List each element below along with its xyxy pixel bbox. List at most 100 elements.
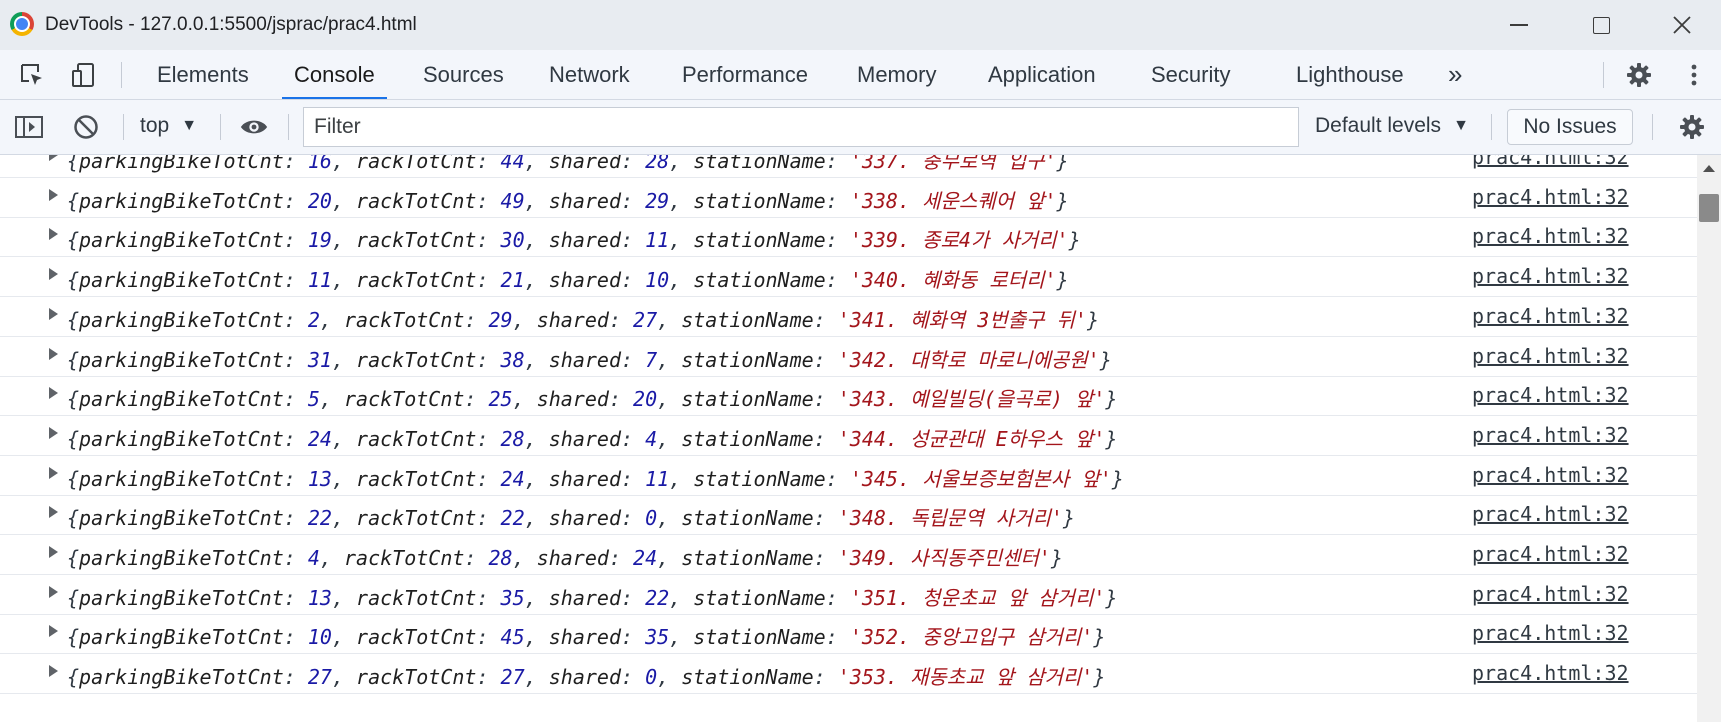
log-message[interactable]: {parkingBikeTotCnt: 11, rackTotCnt: 21, … [67,264,1069,293]
live-expression-button[interactable] [239,112,269,142]
log-message[interactable]: {parkingBikeTotCnt: 2, rackTotCnt: 29, s… [67,304,1099,333]
source-link[interactable]: prac4.html:32 [1472,621,1629,645]
clear-console-button[interactable] [71,112,101,142]
log-message[interactable]: {parkingBikeTotCnt: 4, rackTotCnt: 28, s… [67,542,1063,571]
tab-console[interactable]: Console [282,50,387,99]
inspect-element-icon [21,64,42,85]
log-message[interactable]: {parkingBikeTotCnt: 31, rackTotCnt: 38, … [67,344,1112,373]
tab-memory[interactable]: Memory [857,50,936,99]
minimize-button[interactable] [1495,8,1543,42]
expand-triangle-icon[interactable] [49,665,58,678]
source-link[interactable]: prac4.html:32 [1472,224,1629,248]
source-link[interactable]: prac4.html:32 [1472,661,1629,685]
expand-triangle-icon[interactable] [49,228,58,241]
shared-count: 29 [645,188,670,213]
vertical-scrollbar[interactable] [1697,155,1721,722]
rack-total-count: 35 [500,585,525,610]
parking-bike-count: 4 [307,546,320,570]
expand-triangle-icon[interactable] [49,625,58,638]
more-options-button[interactable] [1679,60,1709,90]
toolbar-divider [1652,114,1653,140]
scroll-up-arrow-icon[interactable] [1703,165,1715,172]
console-log-area: {parkingBikeTotCnt: 16, rackTotCnt: 44, … [0,155,1697,722]
expand-triangle-icon[interactable] [49,268,58,281]
console-log-row: {parkingBikeTotCnt: 13, rackTotCnt: 24, … [0,453,1697,496]
log-message[interactable]: {parkingBikeTotCnt: 5, rackTotCnt: 25, s… [67,383,1117,412]
filter-input[interactable] [303,107,1299,147]
inspect-element-button[interactable] [17,60,47,90]
expand-triangle-icon[interactable] [49,546,58,558]
source-link[interactable]: prac4.html:32 [1472,344,1629,368]
station-name: '349. 사직동주민센터' [837,546,1051,570]
expand-triangle-icon[interactable] [49,426,58,439]
expand-triangle-icon[interactable] [49,347,58,360]
scrollbar-thumb[interactable] [1699,194,1719,222]
source-link[interactable]: prac4.html:32 [1472,502,1629,526]
log-message[interactable]: {parkingBikeTotCnt: 13, rackTotCnt: 24, … [67,463,1124,492]
shared-count: 28 [645,155,670,173]
log-message[interactable]: {parkingBikeTotCnt: 24, rackTotCnt: 28, … [67,423,1117,452]
expand-triangle-icon[interactable] [49,387,58,400]
devtools-main-toolbar: Elements Console Sources Network Perform… [0,50,1721,100]
log-message[interactable]: {parkingBikeTotCnt: 20, rackTotCnt: 49, … [67,185,1069,214]
chevron-down-icon: ▼ [181,117,198,134]
console-settings-button[interactable] [1677,112,1707,142]
log-message[interactable]: {parkingBikeTotCnt: 13, rackTotCnt: 35, … [67,582,1117,611]
rack-total-count: 27 [500,665,525,690]
expand-triangle-icon[interactable] [49,585,58,598]
shared-count: 11 [645,466,670,491]
expand-triangle-icon[interactable] [49,188,58,201]
console-log-row: {parkingBikeTotCnt: 5, rackTotCnt: 25, s… [0,373,1697,417]
tab-security[interactable]: Security [1151,50,1230,99]
source-link[interactable]: prac4.html:32 [1472,582,1629,606]
station-name: '348. 독립문역 사거리' [837,506,1063,531]
tab-lighthouse[interactable]: Lighthouse [1296,50,1404,99]
tab-network[interactable]: Network [549,50,630,99]
expand-triangle-icon[interactable] [49,466,58,479]
console-log-row: {parkingBikeTotCnt: 13, rackTotCnt: 35, … [0,572,1697,615]
source-link[interactable]: prac4.html:32 [1472,423,1629,447]
log-levels-dropdown[interactable]: Default levels ▼ [1315,114,1469,138]
sidebar-toggle-button[interactable] [14,112,44,142]
rack-total-count: 30 [500,228,525,253]
log-message[interactable]: {parkingBikeTotCnt: 19, rackTotCnt: 30, … [67,224,1081,253]
device-toggle-icon [72,63,94,87]
settings-button[interactable] [1624,60,1654,90]
context-selector[interactable]: top ▼ [140,114,197,138]
source-link[interactable]: prac4.html:32 [1472,264,1629,288]
more-tabs-button[interactable]: » [1448,50,1462,99]
chevron-double-right-icon: » [1448,59,1463,89]
parking-bike-count: 20 [307,188,332,213]
tab-sources[interactable]: Sources [423,50,504,99]
shared-count: 10 [645,268,670,293]
tab-elements[interactable]: Elements [157,50,249,99]
window-title: DevTools - 127.0.0.1:5500/jsprac/prac4.h… [45,14,417,35]
minimize-icon [1510,24,1528,26]
expand-triangle-icon[interactable] [49,155,58,161]
maximize-button[interactable] [1577,8,1625,42]
expand-triangle-icon[interactable] [49,506,58,519]
device-toggle-button[interactable] [68,60,98,90]
source-link[interactable]: prac4.html:32 [1472,383,1629,407]
rack-total-count: 28 [500,426,525,451]
log-message[interactable]: {parkingBikeTotCnt: 10, rackTotCnt: 45, … [67,621,1105,650]
source-link[interactable]: prac4.html:32 [1472,304,1629,328]
source-link[interactable]: prac4.html:32 [1472,542,1629,566]
log-message[interactable]: {parkingBikeTotCnt: 22, rackTotCnt: 22, … [67,502,1075,531]
log-message[interactable]: {parkingBikeTotCnt: 27, rackTotCnt: 27, … [67,661,1105,690]
shared-count: 11 [645,228,670,253]
rack-total-count: 21 [500,268,525,293]
close-button[interactable] [1658,8,1706,42]
console-toolbar: top ▼ Default levels ▼ No Issues [0,100,1721,155]
source-link[interactable]: prac4.html:32 [1472,463,1629,487]
parking-bike-count: 19 [307,228,332,253]
log-message[interactable]: {parkingBikeTotCnt: 16, rackTotCnt: 44, … [67,155,1069,174]
issues-button[interactable]: No Issues [1507,109,1633,145]
source-link[interactable]: prac4.html:32 [1472,185,1629,209]
gear-icon [1680,115,1704,139]
tab-performance[interactable]: Performance [682,50,808,99]
source-link[interactable]: prac4.html:32 [1472,155,1629,169]
expand-triangle-icon[interactable] [49,307,58,320]
parking-bike-count: 2 [307,307,320,332]
tab-application[interactable]: Application [988,50,1096,99]
